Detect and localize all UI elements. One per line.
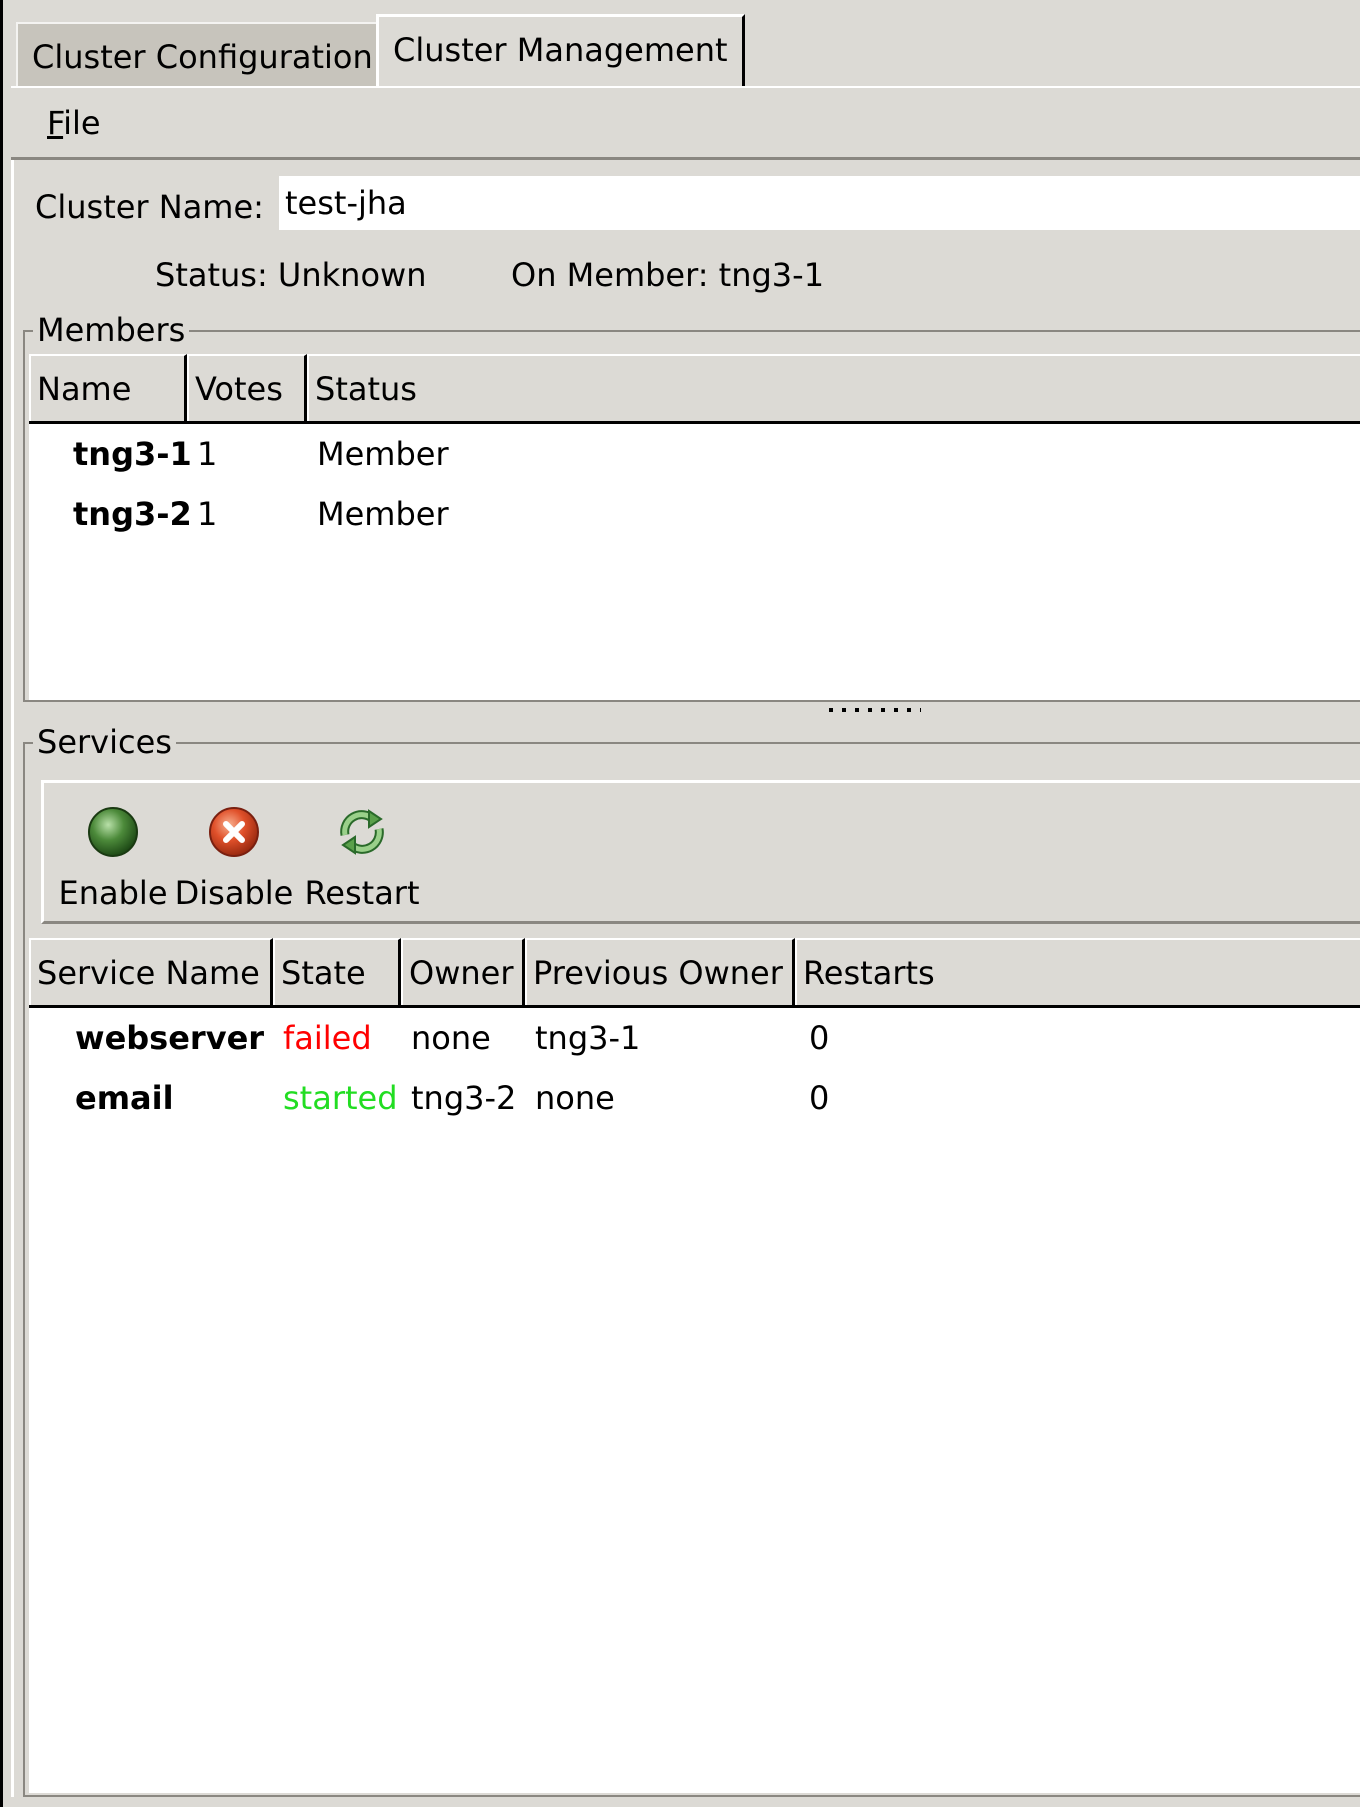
green-circle-icon	[88, 807, 138, 857]
divider-grip[interactable]	[829, 708, 921, 712]
service-previous-owner: none	[535, 1079, 615, 1117]
member-name: tng3-2	[73, 495, 192, 533]
cluster-status: Status: Unknown	[155, 256, 427, 294]
table-row[interactable]: email started tng3-2 none 0	[29, 1068, 1360, 1128]
restart-arrows-icon	[340, 809, 384, 855]
cluster-name-label: Cluster Name:	[35, 188, 264, 226]
column-header-previous-owner[interactable]: Previous Owner	[525, 938, 795, 1005]
menu-bar: File	[11, 88, 1360, 160]
disable-label: Disable	[174, 874, 294, 912]
members-table: Name Votes Status tng3-1 1 Member tng3-2…	[29, 354, 1360, 700]
tab-cluster-configuration[interactable]: Cluster Configuration	[16, 22, 387, 86]
table-row[interactable]: tng3-1 1 Member	[29, 424, 1360, 484]
menu-file-mnemonic: F	[47, 104, 64, 142]
restart-button[interactable]: Restart	[300, 783, 424, 921]
members-group-title: Members	[33, 310, 190, 350]
service-name: webserver	[75, 1019, 265, 1057]
services-toolbar: Enable Disable Restart	[41, 780, 1360, 924]
members-table-header: Name Votes Status	[29, 354, 1360, 424]
disable-button[interactable]: Disable	[172, 783, 296, 921]
service-restarts: 0	[809, 1019, 830, 1057]
column-header-status[interactable]: Status	[307, 354, 1360, 421]
on-member-status: On Member: tng3-1	[511, 256, 825, 294]
column-header-votes[interactable]: Votes	[187, 354, 307, 421]
red-x-circle-icon	[209, 807, 259, 857]
app-window: Cluster Configuration Cluster Management…	[0, 0, 1360, 1807]
table-row[interactable]: tng3-2 1 Member	[29, 484, 1360, 544]
service-state: failed	[283, 1019, 372, 1057]
column-header-service-name[interactable]: Service Name	[29, 938, 273, 1005]
member-name: tng3-1	[73, 435, 192, 473]
column-header-state[interactable]: State	[273, 938, 401, 1005]
services-table-header: Service Name State Owner Previous Owner …	[29, 938, 1360, 1008]
services-table: Service Name State Owner Previous Owner …	[29, 938, 1360, 1793]
restart-label: Restart	[304, 874, 420, 912]
service-state: started	[283, 1079, 398, 1117]
member-status: Member	[317, 495, 449, 533]
column-header-owner[interactable]: Owner	[401, 938, 525, 1005]
tab-cluster-management[interactable]: Cluster Management	[376, 14, 745, 88]
service-previous-owner: tng3-1	[535, 1019, 641, 1057]
cluster-name-field[interactable]	[279, 176, 1360, 230]
enable-button[interactable]: Enable	[58, 783, 168, 921]
tab-bar: Cluster Configuration Cluster Management	[6, 0, 1360, 88]
service-restarts: 0	[809, 1079, 830, 1117]
member-votes: 1	[197, 435, 218, 473]
member-votes: 1	[197, 495, 218, 533]
table-row[interactable]: webserver failed none tng3-1 0	[29, 1008, 1360, 1068]
service-owner: tng3-2	[411, 1079, 517, 1117]
menu-file[interactable]: File	[47, 103, 101, 143]
service-name: email	[75, 1079, 174, 1117]
enable-label: Enable	[58, 874, 168, 912]
pane-divider[interactable]	[11, 702, 1360, 720]
service-owner: none	[411, 1019, 491, 1057]
column-header-restarts[interactable]: Restarts	[795, 938, 1360, 1005]
member-status: Member	[317, 435, 449, 473]
column-header-name[interactable]: Name	[29, 354, 187, 421]
menu-file-label: ile	[63, 104, 101, 142]
services-group-title: Services	[33, 722, 176, 762]
